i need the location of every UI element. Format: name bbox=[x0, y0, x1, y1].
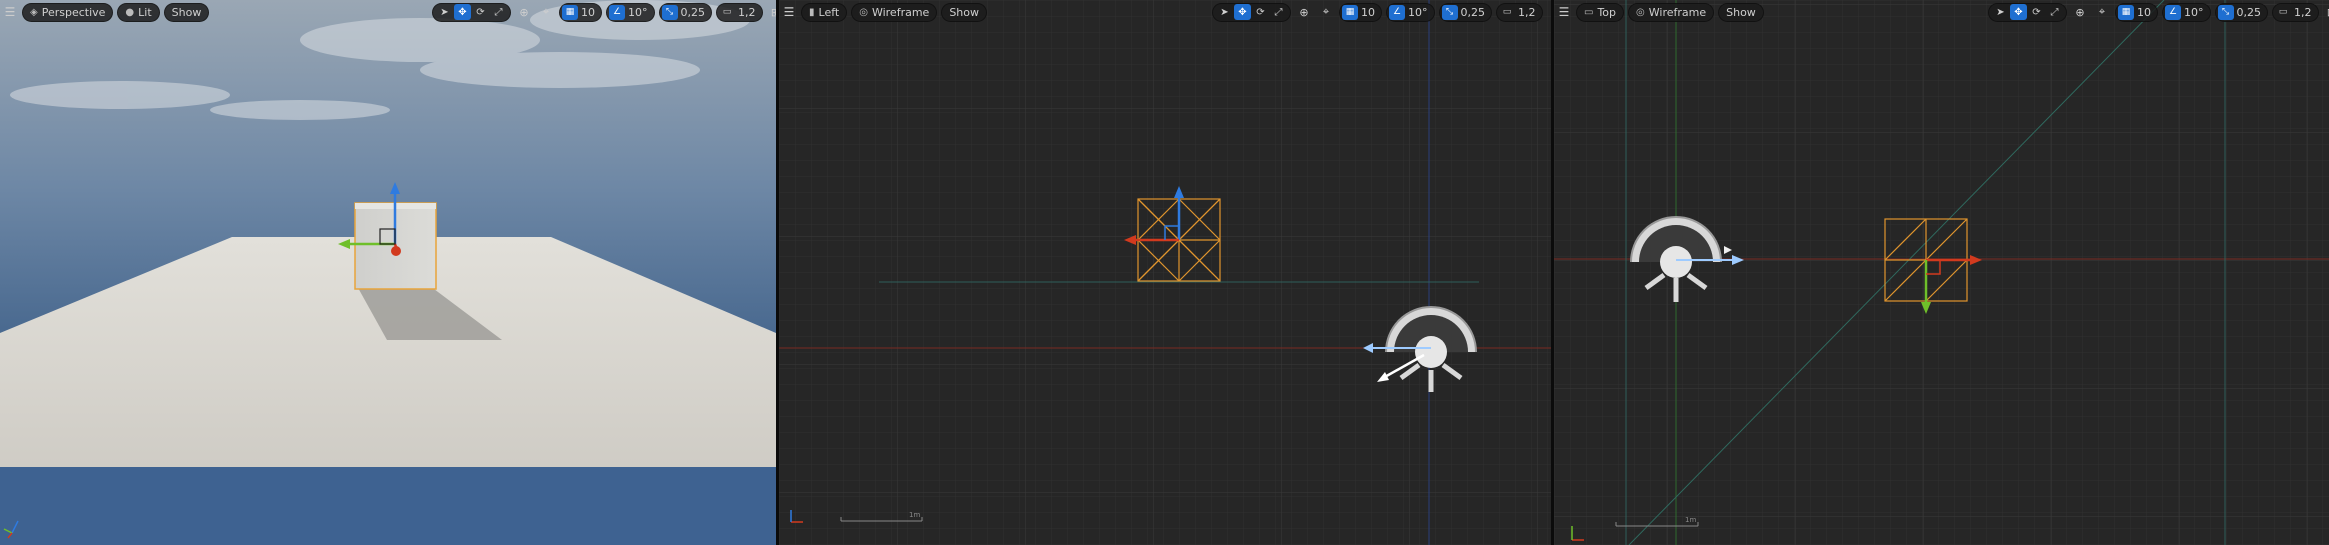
view-mode-label: Perspective bbox=[41, 5, 106, 19]
grid-snap-value: 10 bbox=[1361, 5, 1375, 19]
lighting-label: Wireframe bbox=[871, 5, 930, 19]
camera-speed[interactable]: ▭ 1,2 bbox=[716, 2, 763, 22]
scale-snap-value: 0,25 bbox=[1460, 5, 1486, 19]
rotation-snap-value: 10° bbox=[2184, 5, 2204, 19]
move-icon[interactable]: ✥ bbox=[2010, 4, 2027, 20]
camera-icon: ▭ bbox=[2278, 7, 2288, 17]
grid-icon: ▦ bbox=[562, 4, 578, 20]
rotation-snap[interactable]: ∠ 10° bbox=[2162, 2, 2211, 22]
camera-speed-value: 1,2 bbox=[1518, 5, 1536, 19]
perspective-icon: ◈ bbox=[30, 6, 38, 18]
move-icon[interactable]: ✥ bbox=[454, 4, 471, 20]
show-label: Show bbox=[949, 5, 979, 19]
move-icon[interactable]: ✥ bbox=[1234, 4, 1251, 20]
grid-icon: ▦ bbox=[2118, 4, 2134, 20]
scale-snap-icon: ⤡ bbox=[2217, 4, 2234, 20]
surface-snap-icon[interactable]: ⌖ bbox=[1317, 3, 1335, 22]
perspective-viewport[interactable]: ☰ ◈ Perspective ● Lit Show ➤ ✥ ⟳ ⤢ ⊕ ⌖ ▦… bbox=[0, 0, 776, 545]
top-viewport[interactable]: 1m ☰ ▭ Top ◎ Wireframe Show ➤ ✥ ⟳ ⤢ ⊕ ⌖ … bbox=[1554, 0, 2329, 545]
scale-snap[interactable]: ⤡ 0,25 bbox=[1438, 2, 1492, 22]
grid-snap-value: 10 bbox=[2137, 5, 2151, 19]
camera-speed-value: 1,2 bbox=[2294, 5, 2312, 19]
transform-tools: ➤ ✥ ⟳ ⤢ bbox=[432, 2, 511, 22]
lighting-dropdown[interactable]: ● Lit bbox=[117, 2, 160, 22]
hamburger-icon[interactable]: ☰ bbox=[1556, 3, 1572, 22]
rotate-icon[interactable]: ⟳ bbox=[1252, 4, 1269, 20]
scale-snap[interactable]: ⤡ 0,25 bbox=[658, 2, 712, 22]
rotate-icon[interactable]: ⟳ bbox=[2028, 4, 2045, 20]
rotation-snap[interactable]: ∠ 10° bbox=[606, 2, 655, 22]
cursor-icon[interactable]: ➤ bbox=[1216, 4, 1233, 20]
wireframe-icon: ◎ bbox=[1636, 6, 1645, 18]
grid-snap[interactable]: ▦ 10 bbox=[2115, 2, 2158, 22]
transform-tools: ➤ ✥ ⟳ ⤢ bbox=[1212, 2, 1291, 22]
lighting-dropdown[interactable]: ◎ Wireframe bbox=[851, 2, 938, 22]
scale-snap-value: 0,25 bbox=[2236, 5, 2262, 19]
angle-icon: ∠ bbox=[2165, 4, 2181, 20]
surface-snap-icon[interactable]: ⌖ bbox=[537, 3, 555, 22]
camera-speed[interactable]: ▭ 1,2 bbox=[1496, 2, 1543, 22]
rotate-icon[interactable]: ⟳ bbox=[472, 4, 489, 20]
view-mode-label: Left bbox=[818, 5, 840, 19]
maximize-icon[interactable]: ⊞ bbox=[2323, 3, 2329, 22]
top-view-icon: ▭ bbox=[1584, 6, 1594, 18]
ground-horizon bbox=[0, 467, 776, 545]
surface-snap-icon[interactable]: ⌖ bbox=[2093, 3, 2111, 22]
scale-snap-icon: ⤡ bbox=[661, 4, 678, 20]
wireframe-icon: ◎ bbox=[859, 6, 868, 18]
view-mode-dropdown[interactable]: ▮ Left bbox=[801, 2, 848, 22]
show-dropdown[interactable]: Show bbox=[1718, 2, 1764, 22]
grid-icon: ▦ bbox=[1342, 4, 1358, 20]
grid-major bbox=[779, 0, 1551, 545]
show-dropdown[interactable]: Show bbox=[941, 2, 987, 22]
scale-snap-icon: ⤡ bbox=[1441, 4, 1458, 20]
scale-bar-label: 1m bbox=[1685, 516, 1696, 524]
view-mode-dropdown[interactable]: ▭ Top bbox=[1576, 2, 1625, 22]
scale-icon[interactable]: ⤢ bbox=[2046, 4, 2063, 20]
scale-snap[interactable]: ⤡ 0,25 bbox=[2214, 2, 2268, 22]
show-label: Show bbox=[1726, 5, 1756, 19]
hamburger-icon[interactable]: ☰ bbox=[781, 3, 797, 22]
camera-icon: ▭ bbox=[1502, 7, 1512, 17]
scale-snap-value: 0,25 bbox=[680, 5, 706, 19]
rotation-snap-value: 10° bbox=[628, 5, 648, 19]
view-mode-label: Top bbox=[1597, 5, 1617, 19]
grid-snap[interactable]: ▦ 10 bbox=[559, 2, 602, 22]
lighting-dropdown[interactable]: ◎ Wireframe bbox=[1628, 2, 1715, 22]
scale-icon[interactable]: ⤢ bbox=[1270, 4, 1287, 20]
globe-icon[interactable]: ⊕ bbox=[515, 3, 533, 22]
grid-snap-value: 10 bbox=[581, 5, 595, 19]
scale-bar-label: 1m bbox=[909, 511, 920, 519]
globe-icon[interactable]: ⊕ bbox=[2071, 3, 2089, 22]
camera-speed[interactable]: ▭ 1,2 bbox=[2272, 2, 2319, 22]
camera-speed-value: 1,2 bbox=[738, 5, 756, 19]
left-scene[interactable]: 1m bbox=[779, 0, 1551, 545]
camera-icon: ▭ bbox=[722, 7, 732, 17]
rotation-snap-value: 10° bbox=[1408, 5, 1428, 19]
cursor-icon[interactable]: ➤ bbox=[1992, 4, 2009, 20]
lit-icon: ● bbox=[125, 6, 135, 18]
show-label: Show bbox=[171, 5, 202, 19]
rotation-snap[interactable]: ∠ 10° bbox=[1386, 2, 1435, 22]
lighting-label: Lit bbox=[138, 5, 152, 19]
top-scene[interactable]: 1m bbox=[1554, 0, 2329, 545]
lighting-label: Wireframe bbox=[1648, 5, 1707, 19]
cursor-icon[interactable]: ➤ bbox=[436, 4, 453, 20]
grid-snap[interactable]: ▦ 10 bbox=[1339, 2, 1382, 22]
left-viewport[interactable]: 1m ☰ ▮ Left ◎ Wireframe Show ➤ ✥ ⟳ ⤢ ⊕ ⌖… bbox=[779, 0, 1551, 545]
transform-tools: ➤ ✥ ⟳ ⤢ bbox=[1988, 2, 2067, 22]
view-mode-dropdown[interactable]: ◈ Perspective bbox=[22, 2, 114, 22]
maximize-icon[interactable]: ⊞ bbox=[767, 3, 776, 22]
angle-icon: ∠ bbox=[1389, 4, 1405, 20]
side-view-icon: ▮ bbox=[809, 6, 815, 18]
show-dropdown[interactable]: Show bbox=[163, 2, 210, 22]
perspective-scene[interactable] bbox=[0, 0, 776, 545]
globe-icon[interactable]: ⊕ bbox=[1295, 3, 1313, 22]
hamburger-icon[interactable]: ☰ bbox=[2, 3, 18, 22]
scale-icon[interactable]: ⤢ bbox=[490, 4, 507, 20]
angle-icon: ∠ bbox=[609, 4, 625, 20]
